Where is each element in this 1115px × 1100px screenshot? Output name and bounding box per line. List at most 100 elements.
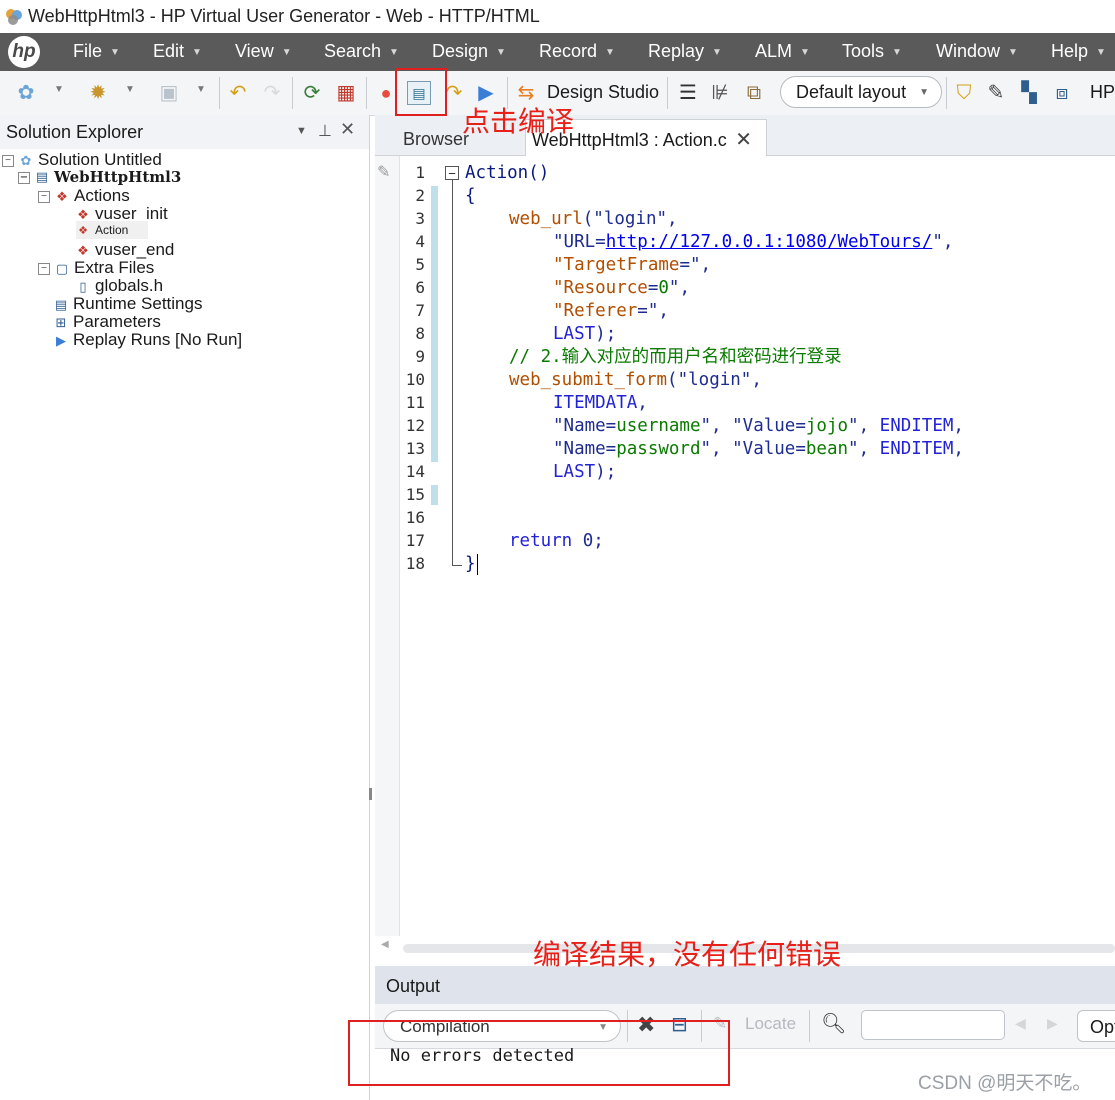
code-line-14: LAST); xyxy=(553,462,617,482)
line-number: 10 xyxy=(405,370,425,389)
tree-parameters[interactable]: ⊞ Parameters xyxy=(54,313,161,331)
tree-runtime-settings[interactable]: ▤ Runtime Settings xyxy=(54,295,203,313)
bookmark-icon[interactable]: ⊯ xyxy=(708,81,732,105)
pen-icon[interactable]: ✎ xyxy=(984,81,1008,105)
tree-globals[interactable]: ▯ globals.h xyxy=(76,277,163,295)
solution-icon: ✿ xyxy=(20,152,32,168)
solution-explorer: Solution Explorer ▼ ⊥ ✕ − ✿ Solution Untit… xyxy=(0,115,370,1100)
close-tab-icon[interactable]: ✕ xyxy=(735,127,752,152)
code-line-4: "URL=http://127.0.0.1:1080/WebTours/", xyxy=(553,232,954,252)
settings-icon: ▤ xyxy=(54,296,68,312)
line-number: 5 xyxy=(415,255,425,274)
next-icon[interactable]: ▶ xyxy=(1047,1015,1058,1032)
new-solution-icon[interactable]: ✿ xyxy=(14,81,38,105)
parameters-icon: ⊞ xyxy=(55,314,67,330)
chevron-down-icon: ▼ xyxy=(892,46,902,58)
redo-icon[interactable]: ↷ xyxy=(260,81,284,105)
menu-replay[interactable]: Replay ▼ xyxy=(648,41,722,62)
code-line-18: } xyxy=(465,554,476,574)
tree-script[interactable]: − ▤ WebHttpHtml3 xyxy=(18,168,181,186)
code-line-12: "Name=username", "Value=jojo", ENDITEM, xyxy=(553,416,964,436)
action-icon: ❖ xyxy=(78,224,88,237)
chevron-down-icon: ▼ xyxy=(800,46,810,58)
webtours-url-link[interactable]: http://127.0.0.1:1080/WebTours/ xyxy=(606,232,933,252)
window-title: WebHttpHtml3 - HP Virtual User Generator… xyxy=(28,6,540,26)
chevron-down-icon[interactable]: ▼ xyxy=(296,125,307,137)
line-number: 4 xyxy=(415,232,425,251)
tree-vuser-end[interactable]: ❖ vuser_end xyxy=(76,241,174,259)
tree-solution[interactable]: − ✿ Solution Untitled xyxy=(2,151,162,169)
pin-icon[interactable]: ⊥ xyxy=(318,121,332,141)
line-number: 13 xyxy=(405,439,425,458)
collapse-icon: − xyxy=(18,172,30,184)
compile-highlight-box xyxy=(395,68,447,116)
record-settings-icon[interactable]: ▦ xyxy=(334,81,358,105)
tree-replay-runs[interactable]: ▶ Replay Runs [No Run] xyxy=(54,331,242,349)
list-icon[interactable]: ☰ xyxy=(676,81,700,105)
search-icon[interactable]: 🔍︎ xyxy=(821,1011,846,1036)
menu-search[interactable]: Search ▼ xyxy=(324,41,399,62)
output-search-input[interactable] xyxy=(861,1010,1005,1040)
grid-icon[interactable]: ▚ xyxy=(1017,81,1041,105)
code-line-7: "Referer=", xyxy=(553,301,669,321)
menu-design[interactable]: Design ▼ xyxy=(432,41,506,62)
regenerate-icon[interactable]: ⟳ xyxy=(300,81,324,105)
chevron-down-icon: ▼ xyxy=(110,46,120,58)
snapshot-icon[interactable]: ⧉ xyxy=(742,81,766,105)
layout-select[interactable]: Default layout ▼ xyxy=(780,76,942,108)
chevron-down-icon[interactable]: ▼ xyxy=(125,84,135,95)
chevron-down-icon: ▼ xyxy=(712,46,722,58)
window-icon[interactable]: ⧈ xyxy=(1050,81,1074,105)
line-number: 8 xyxy=(415,324,425,343)
file-icon: ▯ xyxy=(79,278,87,294)
script-icon: ▤ xyxy=(35,170,49,185)
tree-extra-files[interactable]: − ▢ Extra Files xyxy=(38,259,154,277)
chevron-down-icon: ▼ xyxy=(1008,46,1018,58)
chevron-down-icon[interactable]: ▼ xyxy=(54,84,64,95)
code-editor[interactable]: ✎ 1 2 3 4 5 6 7 8 9 10 11 12 13 14 15 16… xyxy=(375,156,1115,936)
chevron-down-icon: ▼ xyxy=(605,46,615,58)
files-icon: ▢ xyxy=(55,260,69,276)
hp-logo-icon: hp xyxy=(8,36,40,68)
code-line-1: Action() xyxy=(465,163,550,183)
tree-actions[interactable]: − ❖ Actions xyxy=(38,187,130,205)
code-line-2: { xyxy=(465,186,476,206)
chevron-down-icon[interactable]: ▼ xyxy=(196,84,206,95)
code-line-13: "Name=password", "Value=bean", ENDITEM, xyxy=(553,439,964,459)
fold-collapse-icon[interactable]: − xyxy=(445,166,459,180)
tree-action[interactable]: ❖ Action xyxy=(76,221,148,239)
watermark: CSDN @明天不吃。 xyxy=(918,1073,1092,1094)
save-icon[interactable]: ▣ xyxy=(157,81,181,105)
line-number: 12 xyxy=(405,416,425,435)
menu-help[interactable]: Help ▼ xyxy=(1051,41,1106,62)
menu-record[interactable]: Record ▼ xyxy=(539,41,615,62)
menu-alm[interactable]: ALM ▼ xyxy=(755,41,810,62)
code-line-9: // 2.输入对应的而用户名和密码进行登录 xyxy=(509,347,842,367)
previous-icon[interactable]: ◀ xyxy=(1015,1015,1026,1032)
menu-window[interactable]: Window ▼ xyxy=(936,41,1018,62)
output-title: Output xyxy=(386,976,441,996)
undo-icon[interactable]: ↶ xyxy=(226,81,250,105)
hp-toolbar-label[interactable]: HP xyxy=(1090,82,1115,103)
line-number: 17 xyxy=(405,531,425,550)
menu-edit[interactable]: Edit ▼ xyxy=(153,41,202,62)
line-number: 15 xyxy=(405,485,425,504)
new-script-icon[interactable]: ✹ xyxy=(86,81,110,105)
locate-button[interactable]: Locate xyxy=(745,1014,796,1034)
badge-icon[interactable]: ⛉ xyxy=(952,81,976,105)
line-number: 16 xyxy=(405,508,425,527)
close-icon[interactable]: ✕ xyxy=(340,119,355,140)
play-icon: ▶ xyxy=(56,332,66,348)
line-number: 1 xyxy=(415,163,425,182)
collapse-icon: − xyxy=(2,154,14,167)
options-button[interactable]: Opt xyxy=(1077,1010,1115,1042)
vugen-app-icon xyxy=(6,9,22,25)
menu-view[interactable]: View ▼ xyxy=(235,41,292,62)
menu-file[interactable]: File ▼ xyxy=(73,41,120,62)
chevron-down-icon: ▼ xyxy=(192,46,202,58)
chevron-down-icon: ▼ xyxy=(496,46,506,58)
menu-tools[interactable]: Tools ▼ xyxy=(842,41,902,62)
action-icon: ❖ xyxy=(77,242,89,258)
chevron-down-icon: ▼ xyxy=(1096,46,1106,58)
splitter-grip[interactable] xyxy=(369,788,372,800)
